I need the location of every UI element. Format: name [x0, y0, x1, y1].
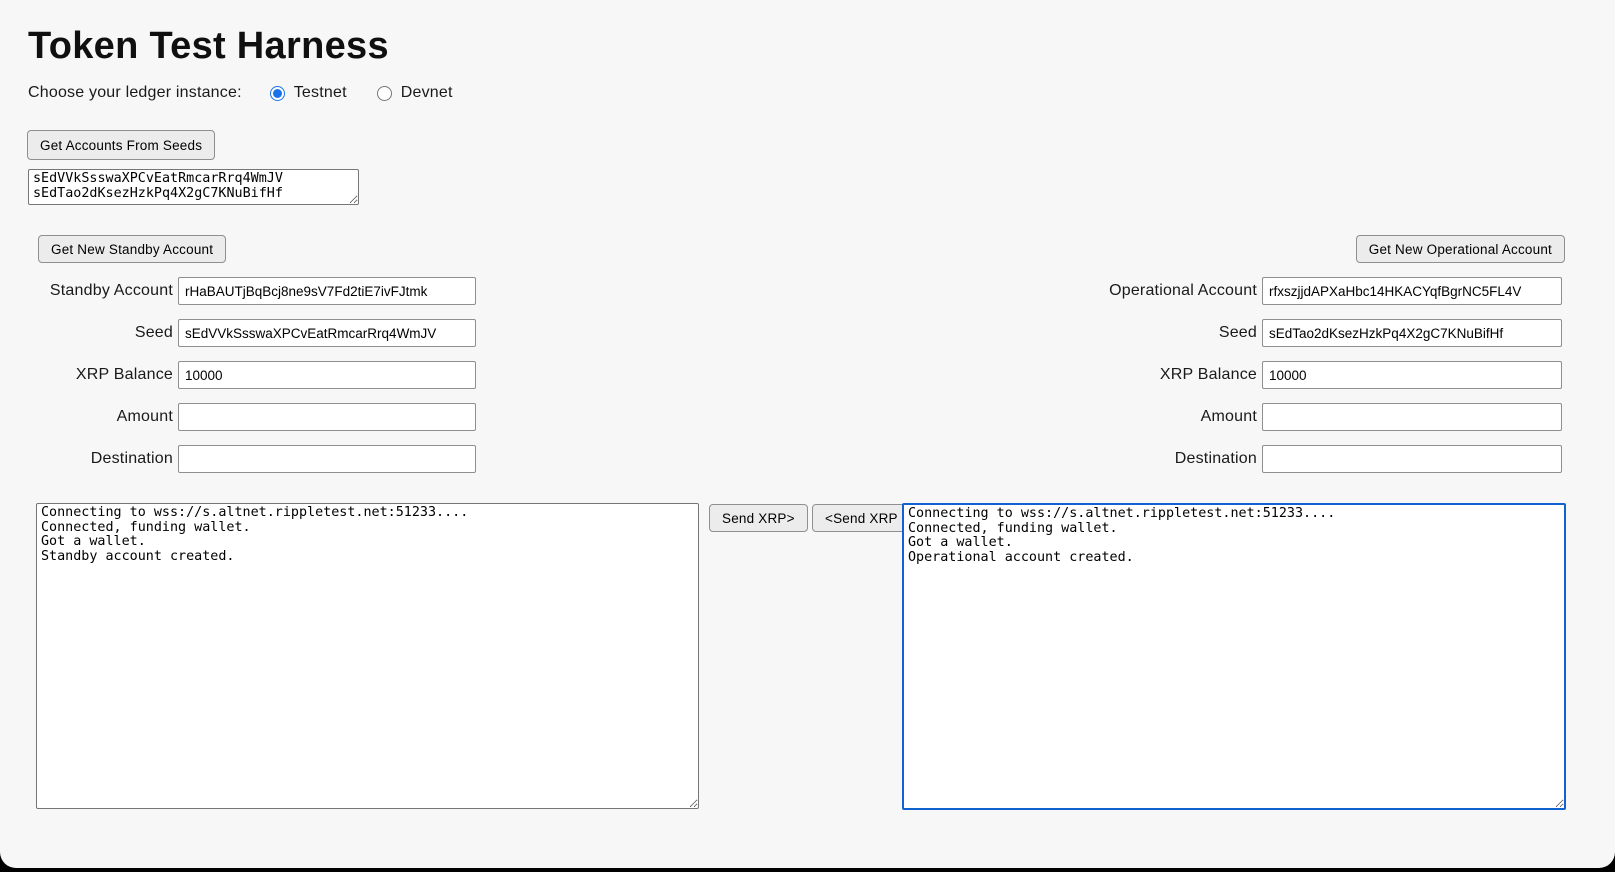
- get-new-operational-account-button[interactable]: Get New Operational Account: [1356, 235, 1565, 263]
- standby-seed-input[interactable]: [178, 319, 476, 347]
- operational-seed-input[interactable]: [1262, 319, 1562, 347]
- operational-xrp-balance-input[interactable]: [1262, 361, 1562, 389]
- get-new-standby-account-button[interactable]: Get New Standby Account: [38, 235, 226, 263]
- standby-xrp-balance-label: XRP Balance: [42, 366, 173, 384]
- standby-fields: Standby Account Seed XRP Balance Amount …: [42, 277, 476, 473]
- operational-destination-input[interactable]: [1262, 445, 1562, 473]
- page-title: Token Test Harness: [28, 25, 389, 68]
- standby-xrp-balance-input[interactable]: [178, 361, 476, 389]
- standby-destination-label: Destination: [42, 450, 173, 468]
- operational-seed-label: Seed: [1077, 324, 1257, 342]
- standby-amount-row: Amount: [42, 403, 476, 431]
- ledger-instance-chooser: Choose your ledger instance: Testnet Dev…: [28, 84, 453, 102]
- devnet-radio[interactable]: [377, 86, 392, 101]
- operational-account-row: Operational Account: [1077, 277, 1562, 305]
- standby-seed-label: Seed: [42, 324, 173, 342]
- send-xrp-to-standby-button[interactable]: <Send XRP: [812, 504, 911, 532]
- operational-log-textarea[interactable]: Connecting to wss://s.altnet.rippletest.…: [902, 503, 1566, 810]
- standby-amount-input[interactable]: [178, 403, 476, 431]
- standby-seed-row: Seed: [42, 319, 476, 347]
- send-xrp-to-operational-button[interactable]: Send XRP>: [709, 504, 808, 532]
- standby-account-label: Standby Account: [42, 282, 173, 300]
- operational-amount-row: Amount: [1077, 403, 1562, 431]
- get-accounts-from-seeds-button[interactable]: Get Accounts From Seeds: [27, 130, 215, 160]
- standby-destination-input[interactable]: [178, 445, 476, 473]
- standby-log-textarea[interactable]: Connecting to wss://s.altnet.rippletest.…: [36, 503, 699, 809]
- operational-account-label: Operational Account: [1077, 282, 1257, 300]
- standby-amount-label: Amount: [42, 408, 173, 426]
- devnet-radio-label: Devnet: [401, 84, 453, 102]
- standby-xrp-balance-row: XRP Balance: [42, 361, 476, 389]
- testnet-radio-option: Testnet: [270, 84, 347, 102]
- standby-account-input[interactable]: [178, 277, 476, 305]
- devnet-radio-option: Devnet: [377, 84, 453, 102]
- standby-account-row: Standby Account: [42, 277, 476, 305]
- operational-fields: Operational Account Seed XRP Balance Amo…: [1077, 277, 1562, 473]
- operational-amount-input[interactable]: [1262, 403, 1562, 431]
- operational-seed-row: Seed: [1077, 319, 1562, 347]
- operational-destination-label: Destination: [1077, 450, 1257, 468]
- seeds-textarea[interactable]: sEdVVkSsswaXPCvEatRmcarRrq4WmJV sEdTao2d…: [28, 169, 359, 205]
- testnet-radio[interactable]: [270, 86, 285, 101]
- operational-account-input[interactable]: [1262, 277, 1562, 305]
- operational-destination-row: Destination: [1077, 445, 1562, 473]
- app-window: Token Test Harness Choose your ledger in…: [0, 0, 1615, 868]
- ledger-instance-label: Choose your ledger instance:: [28, 84, 242, 102]
- standby-destination-row: Destination: [42, 445, 476, 473]
- operational-amount-label: Amount: [1077, 408, 1257, 426]
- operational-xrp-balance-row: XRP Balance: [1077, 361, 1562, 389]
- testnet-radio-label: Testnet: [294, 84, 347, 102]
- operational-xrp-balance-label: XRP Balance: [1077, 366, 1257, 384]
